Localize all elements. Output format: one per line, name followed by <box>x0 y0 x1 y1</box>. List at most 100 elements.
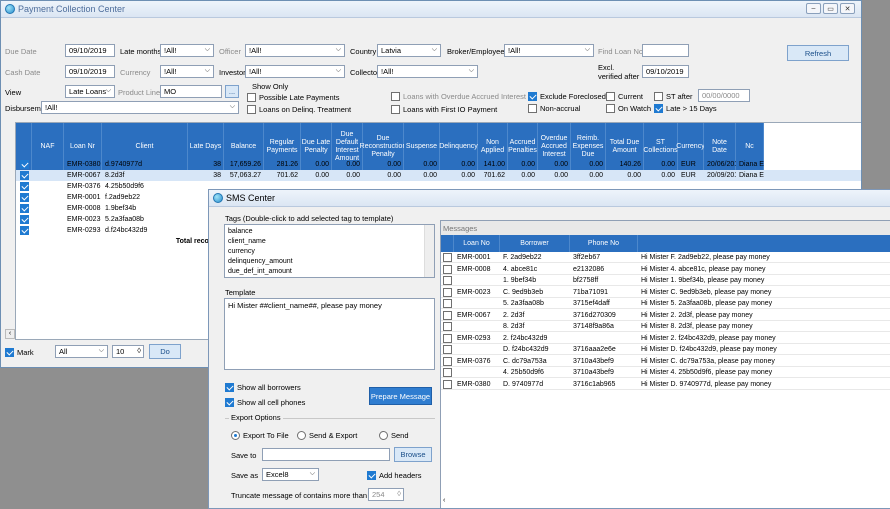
export-to-file-radio[interactable] <box>231 431 240 440</box>
late-months-select[interactable]: !All! ⌵ <box>160 44 214 57</box>
table-cell: 3716d270309 <box>573 311 616 319</box>
row-checkbox[interactable] <box>20 204 29 213</box>
spinner-icon[interactable]: ◊ <box>137 346 141 356</box>
officer-select[interactable]: !All! ⌵ <box>245 44 345 57</box>
row-checkbox[interactable] <box>443 299 452 308</box>
broker-select[interactable]: !All! ⌵ <box>504 44 594 57</box>
minimize-icon[interactable]: – <box>806 3 821 14</box>
st-after-input[interactable]: 00/00/0000 <box>698 89 750 102</box>
overdue-accrued-checkbox[interactable] <box>391 92 400 101</box>
product-line-input[interactable]: MO <box>160 85 222 98</box>
row-checkbox[interactable] <box>20 182 29 191</box>
tags-list[interactable]: balance client_name currency delinquency_am… <box>224 224 435 278</box>
row-checkbox[interactable] <box>20 226 29 235</box>
browse-button[interactable]: Browse <box>394 447 432 462</box>
row-checkbox[interactable] <box>20 160 29 169</box>
mark-select[interactable]: All ⌵ <box>55 345 108 358</box>
current-checkbox[interactable] <box>606 92 615 101</box>
on-watch-checkbox[interactable] <box>606 104 615 113</box>
currency-select[interactable]: !All! ⌵ <box>160 65 214 78</box>
list-item[interactable]: EMR-0293 2. f24bc432d9 Hi Mister 2. f24bc4… <box>441 333 890 344</box>
sms-title-bar: SMS Center <box>209 190 890 207</box>
table-cell: bf2758ff <box>573 277 599 284</box>
scroll-left-icon[interactable]: ‹ <box>443 497 451 507</box>
prepare-message-button[interactable]: Prepare Message <box>369 387 432 405</box>
due-date-input[interactable]: 09/10/2019 <box>65 44 115 57</box>
column-header[interactable]: Borrower <box>500 235 570 252</box>
row-checkbox[interactable] <box>443 333 452 343</box>
mark-number-input[interactable]: 10 ◊ <box>112 345 144 358</box>
row-checkbox[interactable] <box>443 322 452 331</box>
row-checkbox[interactable] <box>443 310 452 320</box>
chevron-down-icon: ⌵ <box>204 46 210 53</box>
row-checkbox[interactable] <box>443 287 452 297</box>
save-as-label: Save as <box>231 471 259 480</box>
table-cell: EMR-0023 <box>67 216 101 223</box>
st-after-checkbox[interactable] <box>654 92 663 101</box>
save-as-select[interactable]: Excel8 ⌵ <box>262 468 319 481</box>
do-button[interactable]: Do <box>149 344 181 359</box>
list-item[interactable]: 1. 9bef34b bf2758ff Hi Mister 1. 9bef34b, … <box>441 275 890 286</box>
list-item[interactable]: EMR-0376 C. dc79a753a 3710a43bef9 Hi Mister… <box>441 356 890 367</box>
country-select[interactable]: Latvia ⌵ <box>377 44 441 57</box>
disbursements-select[interactable]: !All! ⌵ <box>41 101 239 114</box>
tags-scrollbar[interactable] <box>424 225 434 277</box>
close-icon[interactable]: ✕ <box>840 3 855 14</box>
table-cell: f.2ad9eb22 <box>105 194 141 201</box>
investor-select[interactable]: !All! ⌵ <box>245 65 345 78</box>
send-radio[interactable] <box>379 431 388 440</box>
column-header[interactable]: Loan No <box>454 235 500 252</box>
find-loan-input[interactable] <box>642 44 689 57</box>
mark-checkbox[interactable] <box>5 348 14 357</box>
row-checkbox[interactable] <box>20 171 29 180</box>
template-textarea[interactable]: Hi Mister ##client_name##, please pay mo… <box>224 298 435 370</box>
late15-checkbox[interactable] <box>654 104 663 113</box>
delinq-treat-checkbox[interactable] <box>247 105 256 114</box>
refresh-button[interactable]: Refresh <box>787 45 849 61</box>
row-checkbox[interactable] <box>443 379 452 389</box>
list-item[interactable]: 4. 25b50d9f6 3710a43bef9 Hi Mister 4. 25b5… <box>441 367 890 378</box>
maximize-icon[interactable]: ▭ <box>823 3 838 14</box>
spinner-icon[interactable]: ◊ <box>397 489 401 499</box>
collector-select[interactable]: !All! ⌵ <box>377 65 478 78</box>
cash-date-input[interactable]: 09/10/2019 <box>65 65 115 78</box>
row-checkbox[interactable] <box>443 345 452 354</box>
row-checkbox[interactable] <box>443 276 452 285</box>
add-headers-checkbox[interactable] <box>367 471 376 480</box>
list-item[interactable]: 5. 2a3faa08b 3715ef4daff Hi Mister 5. 2a3f… <box>441 298 890 309</box>
column-header[interactable]: Phone No <box>570 235 638 252</box>
show-phones-checkbox[interactable] <box>225 398 234 407</box>
row-checkbox[interactable] <box>20 215 29 224</box>
list-item[interactable]: EMR-0001 F. 2ad9eb22 3ff2eb67 Hi Mister F. … <box>441 252 890 263</box>
tag-item[interactable]: due_def_int_amount <box>228 266 418 277</box>
show-borrowers-checkbox[interactable] <box>225 383 234 392</box>
first-io-checkbox[interactable] <box>391 105 400 114</box>
row-checkbox[interactable] <box>443 356 452 366</box>
save-to-input[interactable] <box>262 448 390 461</box>
table-row[interactable]: EMR-0380 d.9740977d 38 17,659.26 281.26 0.00 0… <box>16 159 861 170</box>
excl-verified-input[interactable]: 09/10/2019 <box>642 65 689 78</box>
send-export-radio[interactable] <box>297 431 306 440</box>
row-checkbox[interactable] <box>20 193 29 202</box>
table-cell: 0.00 <box>589 172 603 179</box>
table-cell: F. 2ad9eb22 <box>503 254 542 261</box>
list-item[interactable]: EMR-0067 2. 2d3f 3716d270309 Hi Mister 2. 2… <box>441 310 890 321</box>
list-item[interactable]: 8. 2d3f 37148f9a86a Hi Mister 8. 2d3f, ple… <box>441 321 890 332</box>
table-row[interactable]: EMR-0067 8.2d3f 38 57,063.27 701.62 0.00 0.00 0… <box>16 170 861 181</box>
row-checkbox[interactable] <box>443 264 452 274</box>
list-item[interactable]: D. f24bc432d9 3716aaa2e6e Hi Mister D. f24… <box>441 344 890 355</box>
possible-late-checkbox[interactable] <box>247 93 256 102</box>
view-select[interactable]: Late Loans ⌵ <box>65 85 115 98</box>
row-checkbox[interactable] <box>443 368 452 377</box>
truncate-input[interactable]: 254 ◊ <box>368 488 404 501</box>
scroll-left-icon[interactable]: ‹ <box>5 329 15 339</box>
non-accrual-checkbox[interactable] <box>528 104 537 113</box>
list-item[interactable]: EMR-0023 C. 9ed9b3eb 71ba71091 Hi Mister C.… <box>441 287 890 298</box>
row-checkbox[interactable] <box>443 253 452 262</box>
chevron-down-icon: ⌵ <box>335 46 341 53</box>
table-cell: 38 <box>213 172 221 179</box>
exclude-foreclosed-checkbox[interactable] <box>528 92 537 101</box>
list-item[interactable]: EMR-0008 4. abce81c e2132086 Hi Mister 4. a… <box>441 264 890 275</box>
product-line-browse-button[interactable]: ... <box>225 85 239 98</box>
list-item[interactable]: EMR-0380 D. 9740977d 3716c1ab965 Hi Mister … <box>441 379 890 390</box>
